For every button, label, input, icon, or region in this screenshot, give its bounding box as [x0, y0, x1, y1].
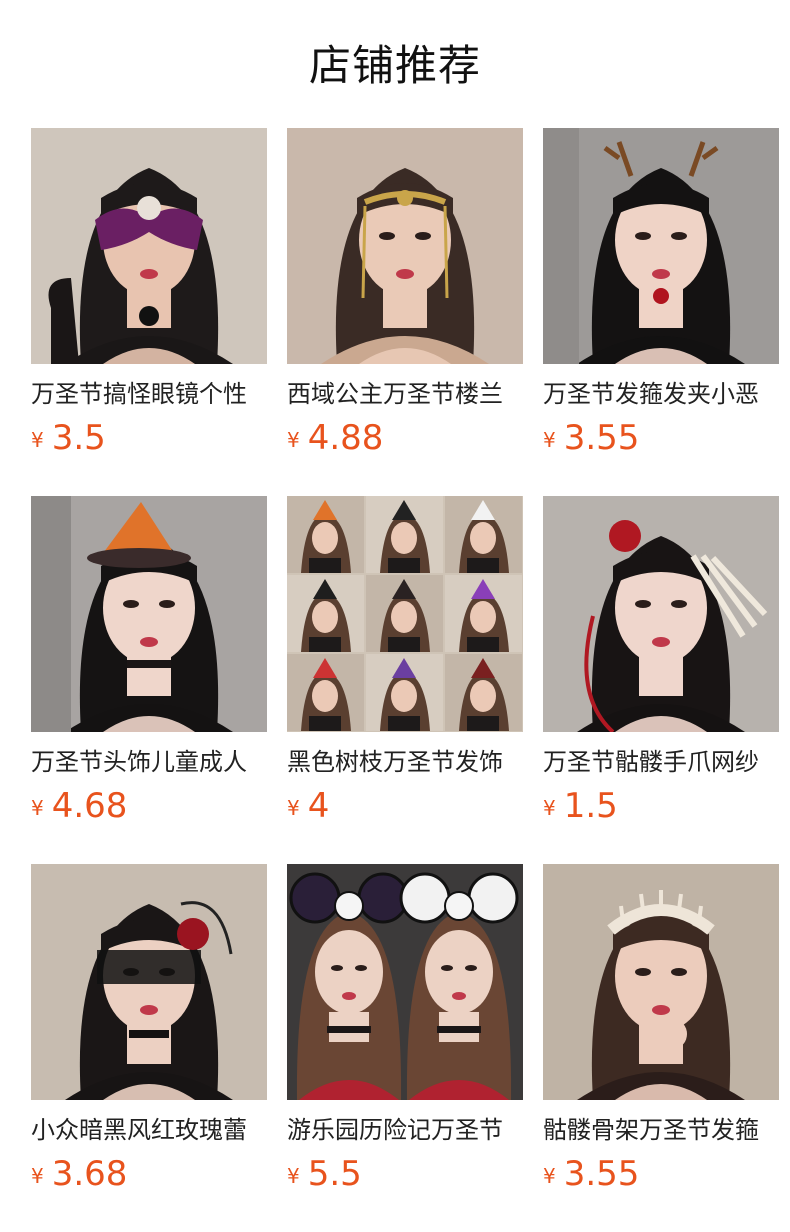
product-image[interactable] [287, 496, 523, 732]
product-card[interactable]: 小众暗黑风红玫瑰蕾 ¥3.68 [31, 864, 267, 1204]
product-price: ¥3.68 [31, 1152, 127, 1196]
price-amount: 3.5 [51, 418, 106, 458]
product-image[interactable] [287, 864, 523, 1100]
product-image[interactable] [543, 128, 779, 364]
price-amount: 4 [307, 786, 330, 826]
currency-symbol: ¥ [543, 1164, 556, 1188]
currency-symbol: ¥ [287, 1164, 300, 1188]
currency-symbol: ¥ [31, 1164, 44, 1188]
product-card[interactable]: 游乐园历险记万圣节 ¥5.5 [287, 864, 523, 1204]
price-amount: 1.5 [563, 786, 618, 826]
page-title: 店铺推荐 [308, 41, 481, 90]
product-name[interactable]: 西域公主万圣节楼兰 [287, 376, 523, 412]
product-name[interactable]: 万圣节头饰儿童成人 [31, 744, 267, 780]
currency-symbol: ¥ [543, 796, 556, 820]
price-amount: 3.55 [563, 418, 640, 458]
product-price: ¥3.5 [31, 416, 106, 460]
price-amount: 3.55 [563, 1154, 640, 1194]
price-amount: 5.5 [307, 1154, 362, 1194]
product-image[interactable] [31, 496, 267, 732]
product-image[interactable] [287, 128, 523, 364]
product-price: ¥5.5 [287, 1152, 362, 1196]
product-name[interactable]: 黑色树枝万圣节发饰 [287, 744, 523, 780]
product-name[interactable]: 骷髅骨架万圣节发箍 [543, 1112, 779, 1148]
currency-symbol: ¥ [287, 796, 300, 820]
currency-symbol: ¥ [543, 428, 556, 452]
product-image[interactable] [31, 864, 267, 1100]
currency-symbol: ¥ [31, 796, 44, 820]
currency-symbol: ¥ [31, 428, 44, 452]
product-card[interactable]: 万圣节搞怪眼镜个性 ¥3.5 [31, 128, 267, 468]
product-card[interactable]: 万圣节发箍发夹小恶 ¥3.55 [543, 128, 779, 468]
product-image[interactable] [543, 496, 779, 732]
product-card[interactable]: 西域公主万圣节楼兰 ¥4.88 [287, 128, 523, 468]
product-price: ¥3.55 [543, 1152, 639, 1196]
product-price: ¥1.5 [543, 784, 618, 828]
product-price: ¥4.68 [31, 784, 127, 828]
product-price: ¥3.55 [543, 416, 639, 460]
product-image[interactable] [31, 128, 267, 364]
product-name[interactable]: 万圣节骷髅手爪网纱 [543, 744, 779, 780]
product-card[interactable]: 万圣节骷髅手爪网纱 ¥1.5 [543, 496, 779, 836]
product-name[interactable]: 万圣节搞怪眼镜个性 [31, 376, 267, 412]
price-amount: 4.68 [51, 786, 128, 826]
product-name[interactable]: 万圣节发箍发夹小恶 [543, 376, 779, 412]
product-price: ¥4.88 [287, 416, 383, 460]
product-card[interactable]: 万圣节头饰儿童成人 ¥4.68 [31, 496, 267, 836]
product-card[interactable]: 骷髅骨架万圣节发箍 ¥3.55 [543, 864, 779, 1204]
product-image[interactable] [543, 864, 779, 1100]
product-name[interactable]: 游乐园历险记万圣节 [287, 1112, 523, 1148]
product-card[interactable]: 黑色树枝万圣节发饰 ¥4 [287, 496, 523, 836]
product-price: ¥4 [287, 784, 329, 828]
price-amount: 3.68 [51, 1154, 128, 1194]
currency-symbol: ¥ [287, 428, 300, 452]
product-name[interactable]: 小众暗黑风红玫瑰蕾 [31, 1112, 267, 1148]
price-amount: 4.88 [307, 418, 384, 458]
